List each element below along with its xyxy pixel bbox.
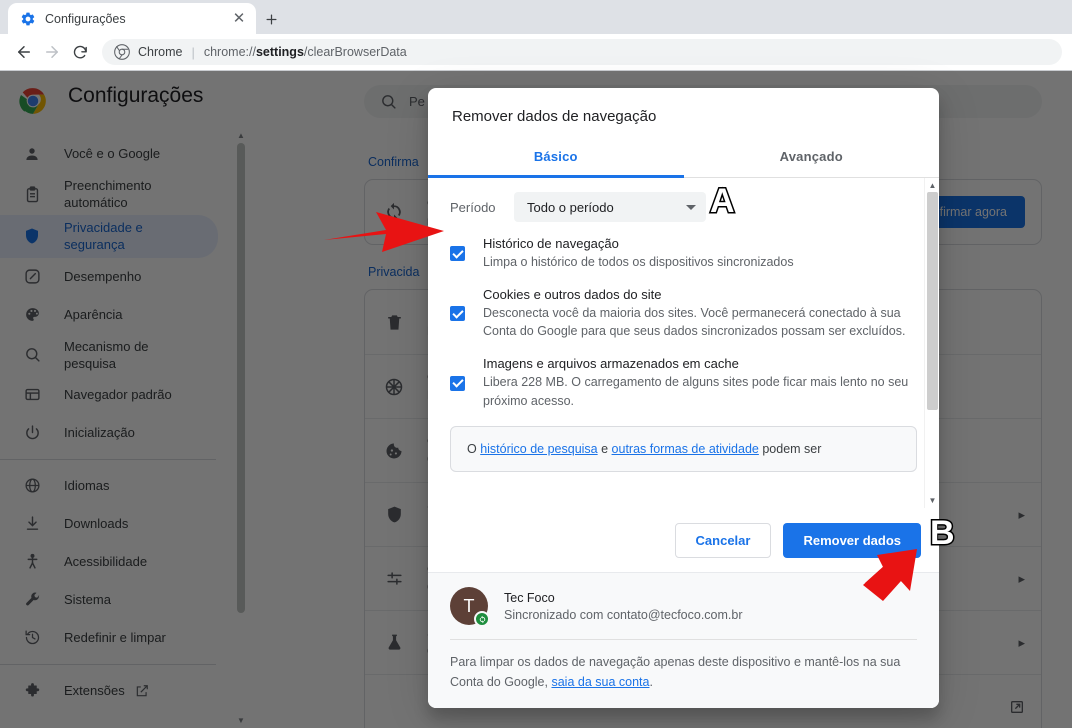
chevron-down-icon bbox=[686, 204, 696, 210]
checkbox-subtitle: Limpa o histórico de todos os dispositiv… bbox=[483, 255, 794, 269]
dialog-scrollbar[interactable]: ▲ ▼ bbox=[924, 178, 939, 509]
checkbox-input[interactable] bbox=[450, 306, 465, 322]
other-activity-link[interactable]: outras formas de atividade bbox=[612, 442, 759, 456]
account-name: Tec Foco bbox=[504, 590, 555, 605]
period-row: Período Todo o período bbox=[450, 192, 917, 222]
chrome-logo-icon bbox=[114, 44, 130, 60]
url-prefix: chrome:// bbox=[203, 45, 256, 59]
dialog-actions: Cancelar Remover dados bbox=[428, 508, 939, 572]
tab-basico[interactable]: Básico bbox=[428, 137, 684, 178]
close-icon[interactable]: ✕ bbox=[230, 10, 248, 28]
cancel-button[interactable]: Cancelar bbox=[674, 523, 772, 559]
checkbox-cookies[interactable]: Cookies e outros dados do site Desconect… bbox=[450, 287, 917, 340]
notice-middle: e bbox=[597, 441, 612, 456]
omnibox-site-label: Chrome bbox=[138, 45, 183, 59]
dialog-tabs: Básico Avançado bbox=[428, 137, 939, 178]
tab-title: Configurações bbox=[45, 11, 126, 26]
sign-out-link[interactable]: saia da sua conta bbox=[551, 675, 649, 689]
checkbox-subtitle: Desconecta você da maioria dos sites. Vo… bbox=[483, 306, 906, 339]
account-row: T Tec Foco Sincronizado com contato@tecf… bbox=[450, 587, 917, 641]
browser-window: Configurações ✕ Chrome | chrome://settin… bbox=[0, 0, 1072, 728]
reload-icon[interactable] bbox=[66, 38, 94, 66]
checkbox-title: Histórico de navegação bbox=[483, 236, 619, 251]
dialog-scroll-area: Período Todo o período Histórico de nave… bbox=[428, 178, 939, 509]
arrow-right-icon[interactable] bbox=[38, 38, 66, 66]
omnibox-url: chrome://settings/clearBrowserData bbox=[204, 45, 407, 59]
checkbox-text: Imagens e arquivos armazenados em cache … bbox=[483, 356, 917, 409]
gear-icon bbox=[20, 11, 36, 27]
tab-avancado[interactable]: Avançado bbox=[684, 137, 940, 178]
footer-note-text-before: Para limpar os dados de navegação apenas… bbox=[450, 655, 901, 689]
sync-icon bbox=[474, 611, 490, 628]
period-select[interactable]: Todo o período bbox=[514, 192, 706, 222]
dialog-scroll-content: Período Todo o período Histórico de nave… bbox=[428, 178, 939, 473]
annotation-label-a: A bbox=[709, 181, 737, 222]
url-suffix: /clearBrowserData bbox=[303, 45, 407, 59]
address-bar[interactable]: Chrome | chrome://settings/clearBrowserD… bbox=[102, 39, 1062, 65]
search-history-notice: O histórico de pesquisa e outras formas … bbox=[450, 425, 917, 473]
omnibox-separator: | bbox=[191, 44, 195, 60]
dialog-title: Remover dados de navegação bbox=[452, 108, 657, 125]
caret-down-icon[interactable]: ▼ bbox=[928, 496, 937, 505]
notice-suffix: podem ser bbox=[758, 441, 822, 456]
clear-browsing-data-dialog: Remover dados de navegação Básico Avança… bbox=[428, 88, 939, 708]
checkbox-text: Cookies e outros dados do site Desconect… bbox=[483, 287, 917, 340]
checkbox-input[interactable] bbox=[450, 246, 465, 262]
checkbox-cached-images[interactable]: Imagens e arquivos armazenados em cache … bbox=[450, 356, 917, 409]
annotation-label-b: B bbox=[929, 513, 957, 554]
checkbox-title: Cookies e outros dados do site bbox=[483, 287, 662, 303]
new-tab-button[interactable] bbox=[258, 6, 284, 32]
checkbox-subtitle: Libera 228 MB. O carregamento de alguns … bbox=[483, 375, 909, 408]
checkbox-input[interactable] bbox=[450, 375, 465, 391]
account-sync-status: Sincronizado com contato@tecfoco.com.br bbox=[504, 607, 743, 622]
dialog-footer: T Tec Foco Sincronizado com contato@tecf… bbox=[428, 572, 939, 708]
footer-note-text-after: . bbox=[649, 674, 653, 689]
dialog-scrollbar-thumb[interactable] bbox=[927, 192, 938, 410]
checkbox-browsing-history[interactable]: Histórico de navegação Limpa o histórico… bbox=[450, 236, 917, 271]
url-bold: settings bbox=[255, 45, 304, 59]
footer-note: Para limpar os dados de navegação apenas… bbox=[450, 640, 917, 692]
browser-tab[interactable]: Configurações ✕ bbox=[8, 3, 256, 34]
period-label: Período bbox=[450, 199, 496, 215]
search-history-link[interactable]: histórico de pesquisa bbox=[480, 442, 597, 456]
notice-prefix: O bbox=[467, 441, 481, 456]
arrow-left-icon[interactable] bbox=[10, 38, 38, 66]
tab-strip: Configurações ✕ bbox=[0, 0, 1072, 34]
browser-toolbar: Chrome | chrome://settings/clearBrowserD… bbox=[0, 34, 1072, 70]
avatar: T bbox=[450, 587, 490, 628]
account-text: Tec Foco Sincronizado com contato@tecfoc… bbox=[504, 591, 743, 622]
period-selected-value: Todo o período bbox=[527, 199, 614, 215]
checkbox-text: Histórico de navegação Limpa o histórico… bbox=[483, 236, 917, 271]
avatar-initial: T bbox=[463, 595, 475, 616]
remove-data-button[interactable]: Remover dados bbox=[783, 523, 921, 559]
caret-up-icon[interactable]: ▲ bbox=[928, 181, 937, 190]
checkbox-title: Imagens e arquivos armazenados em cache bbox=[483, 356, 739, 372]
